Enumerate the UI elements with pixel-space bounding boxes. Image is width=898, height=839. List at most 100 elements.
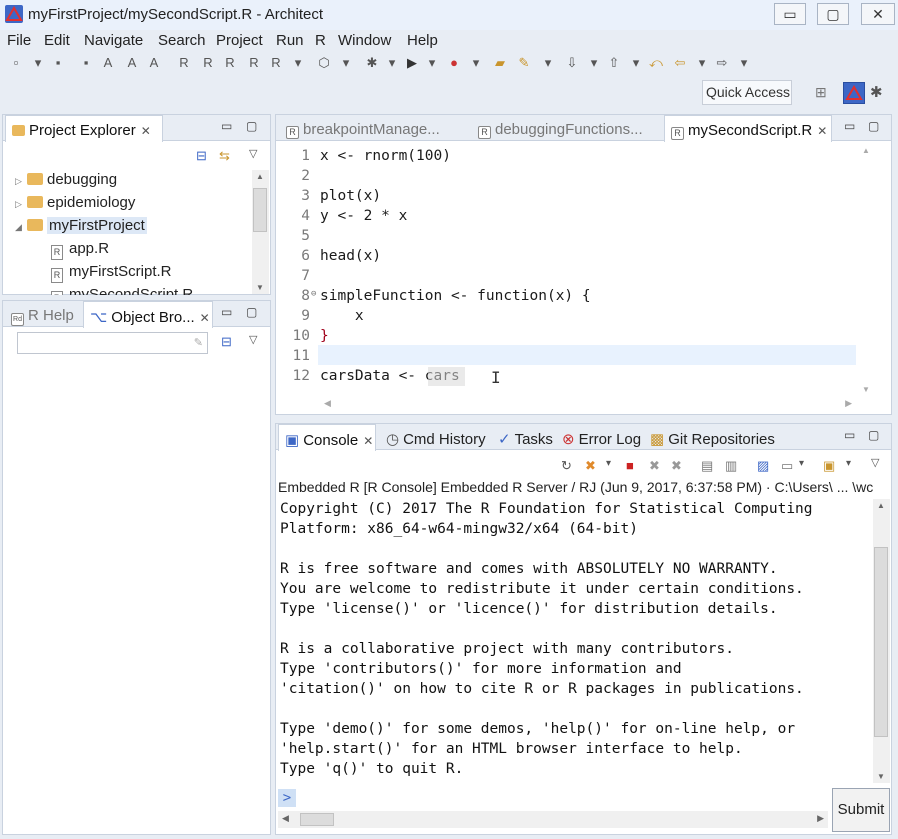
maximize-panel-icon[interactable]: ▢ (868, 119, 879, 133)
menu-help[interactable]: Help (407, 32, 438, 49)
console-output[interactable]: Copyright (C) 2017 The R Foundation for … (276, 499, 872, 783)
annotation-prev-icon[interactable]: ⇧ (606, 55, 622, 71)
dropdown-icon[interactable]: ▾ (846, 458, 851, 469)
open-perspective-icon[interactable]: ⊞ (815, 84, 827, 101)
close-icon[interactable]: ✕ (200, 311, 210, 325)
submit-button[interactable]: Submit (832, 788, 890, 832)
scroll-thumb[interactable] (874, 547, 888, 737)
terminate-icon[interactable]: ✖ (585, 458, 596, 474)
back-icon[interactable]: ⇦ (672, 55, 688, 71)
dropdown-icon[interactable]: ▾ (424, 55, 440, 71)
link-editor-icon[interactable]: ⇆ (219, 148, 230, 164)
close-icon[interactable]: ✕ (363, 434, 373, 448)
clear-filter-icon[interactable]: ✎ (194, 336, 203, 349)
new-icon[interactable]: ▫ (8, 55, 24, 70)
display-console-icon[interactable]: ▭ (781, 458, 793, 474)
scroll-up-icon[interactable]: ▲ (862, 146, 870, 155)
dropdown-icon[interactable]: ▾ (384, 55, 400, 71)
forward-icon[interactable]: ⇨ (714, 55, 730, 71)
annotation-next-icon[interactable]: ⇩ (564, 55, 580, 71)
scroll-left-icon[interactable]: ◀ (324, 398, 331, 409)
menu-file[interactable]: File (7, 32, 31, 49)
console-input-scrollbar[interactable]: ◀ ▶ (278, 811, 828, 828)
maximize-panel-icon[interactable]: ▢ (246, 119, 257, 133)
run-selection-icon[interactable]: R (200, 55, 216, 70)
scroll-up-icon[interactable]: ▲ (877, 501, 885, 510)
collapse-arrow-icon[interactable]: ◢ (15, 222, 27, 233)
font-increase-icon[interactable]: A (100, 55, 116, 70)
menu-window[interactable]: Window (338, 32, 391, 49)
tab-mysecondscript[interactable]: RmySecondScript.R ✕ (664, 115, 832, 142)
dropdown-icon[interactable]: ▾ (606, 458, 611, 469)
pin-console-icon[interactable]: ▨ (757, 458, 769, 474)
minimize-panel-icon[interactable]: ▭ (844, 428, 855, 442)
restart-icon[interactable]: ↻ (561, 458, 572, 474)
tree-item-app-r[interactable]: Rapp.R (51, 240, 109, 260)
scroll-left-icon[interactable]: ◀ (282, 813, 289, 824)
font-decrease-icon[interactable]: A (124, 55, 140, 70)
dropdown-icon[interactable]: ▾ (338, 55, 354, 71)
save-icon[interactable]: ▪ (50, 55, 66, 70)
minimize-panel-icon[interactable]: ▭ (844, 119, 855, 133)
tab-tasks[interactable]: ✓ Tasks (492, 424, 554, 451)
run-function-icon[interactable]: R (246, 55, 262, 70)
tree-item-mysecondscript[interactable]: RmySecondScript.R (51, 286, 193, 295)
scroll-thumb[interactable] (253, 188, 267, 232)
clear-console-icon[interactable]: ▤ (701, 458, 713, 474)
view-menu-icon[interactable]: ▽ (249, 147, 257, 160)
close-window-button[interactable]: ✕ (861, 3, 895, 25)
console-scrollbar[interactable]: ▲ ▼ (873, 499, 890, 783)
code-editor[interactable]: 1 2 3 4 5 6 7 8 ⊖ 9 10 11 12 x <- rnorm(… (276, 146, 856, 401)
menu-r[interactable]: R (315, 32, 326, 49)
menu-run[interactable]: Run (276, 32, 304, 49)
tab-breakpointmanager[interactable]: RbreakpointManage... (280, 115, 462, 142)
maximize-panel-icon[interactable]: ▢ (868, 428, 879, 442)
console-input[interactable]: > (278, 789, 828, 807)
dropdown-icon[interactable]: ▾ (290, 55, 306, 71)
view-menu-icon[interactable]: ▽ (249, 333, 257, 346)
dropdown-icon[interactable]: ▾ (540, 55, 556, 71)
scroll-lock-icon[interactable]: ▥ (725, 458, 737, 474)
minimize-button[interactable]: ▭ (774, 3, 806, 25)
dropdown-icon[interactable]: ▾ (799, 458, 804, 469)
last-edit-icon[interactable]: ⤺ (648, 55, 664, 71)
scroll-down-icon[interactable]: ▼ (877, 772, 885, 781)
restore-button[interactable]: ▢ (817, 3, 849, 25)
scroll-down-icon[interactable]: ▼ (862, 385, 870, 394)
dropdown-icon[interactable]: ▾ (736, 55, 752, 71)
run-all-icon[interactable]: R (268, 55, 284, 70)
debug-icon[interactable]: ✱ (364, 55, 380, 71)
close-icon[interactable]: ✕ (817, 124, 827, 138)
menu-edit[interactable]: Edit (44, 32, 70, 49)
tree-item-myfirstproject[interactable]: ◢ myFirstProject (15, 217, 147, 234)
run-line-icon[interactable]: R (176, 55, 192, 70)
run-file-icon[interactable]: R (222, 55, 238, 70)
minimize-panel-icon[interactable]: ▭ (221, 305, 232, 319)
scroll-up-icon[interactable]: ▲ (256, 172, 264, 181)
tab-r-help[interactable]: Rd R Help (5, 301, 83, 328)
edit-icon[interactable]: ✎ (516, 55, 532, 71)
architect-perspective-icon[interactable] (843, 82, 865, 104)
stop-icon[interactable]: ■ (626, 458, 634, 473)
editor-scrollbar-h[interactable]: ◀ ▶ (320, 396, 856, 413)
tab-project-explorer[interactable]: Project Explorer ✕ (5, 115, 163, 142)
tree-item-debugging[interactable]: ▷ debugging (15, 171, 117, 188)
scroll-right-icon[interactable]: ▶ (817, 813, 824, 824)
tree-item-myfirstscript[interactable]: RmyFirstScript.R (51, 263, 172, 283)
expand-arrow-icon[interactable]: ▷ (15, 176, 27, 187)
scroll-right-icon[interactable]: ▶ (845, 398, 852, 409)
quick-access-input[interactable]: Quick Access (702, 80, 792, 105)
menu-search[interactable]: Search (158, 32, 206, 49)
minimize-panel-icon[interactable]: ▭ (221, 119, 232, 133)
maximize-panel-icon[interactable]: ▢ (246, 305, 257, 319)
font-icon[interactable]: A (146, 55, 162, 70)
remove-icon[interactable]: ✖ (649, 458, 660, 474)
editor-scrollbar-v[interactable]: ▲ ▼ (858, 146, 875, 394)
open-console-icon[interactable]: ▣ (823, 458, 835, 474)
fold-icon[interactable]: ⊖ (311, 289, 316, 299)
explorer-scrollbar[interactable]: ▲ ▼ (252, 170, 269, 294)
external-tools-icon[interactable]: ● (446, 55, 462, 70)
tree-item-epidemiology[interactable]: ▷ epidemiology (15, 194, 135, 211)
collapse-all-icon[interactable]: ⊟ (221, 334, 232, 350)
tab-git-repositories[interactable]: ▩ Git Repositories (644, 424, 780, 451)
